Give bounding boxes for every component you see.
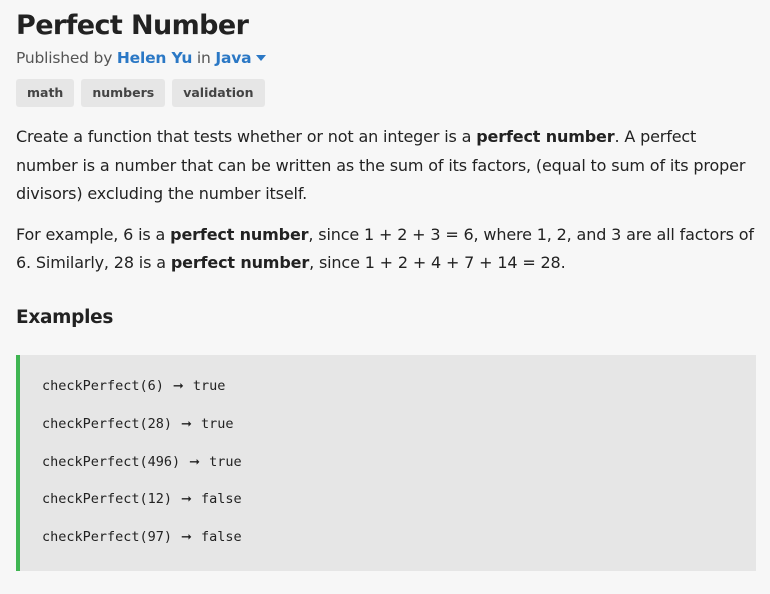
example-line: checkPerfect(6) ➞ true	[42, 378, 226, 394]
tag-list: math numbers validation	[16, 79, 756, 107]
publish-info: Published by Helen Yu in Java	[16, 47, 756, 69]
examples-heading: Examples	[16, 306, 114, 328]
example-line: checkPerfect(97) ➞ false	[42, 529, 242, 546]
arrow-icon: ➞	[181, 492, 192, 508]
challenge-container: Perfect Number Published by Helen Yu in …	[16, 8, 756, 571]
example-line: checkPerfect(496) ➞ true	[42, 453, 242, 470]
published-by-label: Published by	[16, 49, 113, 67]
example-line: checkPerfect(28) ➞ true	[42, 415, 234, 432]
arrow-icon: ➞	[181, 416, 192, 432]
example-line: checkPerfect(12) ➞ false	[42, 491, 242, 508]
challenge-description: Create a function that tests whether or …	[16, 123, 756, 278]
in-label: in	[196, 49, 211, 67]
arrow-icon: ➞	[189, 454, 201, 470]
tag-math[interactable]: math	[16, 79, 75, 107]
tag-numbers[interactable]: numbers	[81, 79, 166, 107]
description-paragraph-2: For example, 6 is a perfect number, sinc…	[16, 224, 754, 273]
page-title: Perfect Number	[16, 10, 249, 41]
tag-validation[interactable]: validation	[172, 79, 265, 107]
arrow-icon: ➞	[172, 379, 184, 394]
author-link[interactable]: Helen Yu	[117, 49, 192, 67]
description-paragraph-1: Create a function that tests whether or …	[16, 127, 746, 203]
examples-block: checkPerfect(6) ➞ true checkPerfect(28) ➞ tr…	[16, 355, 756, 571]
caret-down-icon[interactable]	[256, 54, 267, 61]
arrow-icon: ➞	[181, 530, 192, 546]
language-dropdown[interactable]: Java	[215, 49, 251, 67]
